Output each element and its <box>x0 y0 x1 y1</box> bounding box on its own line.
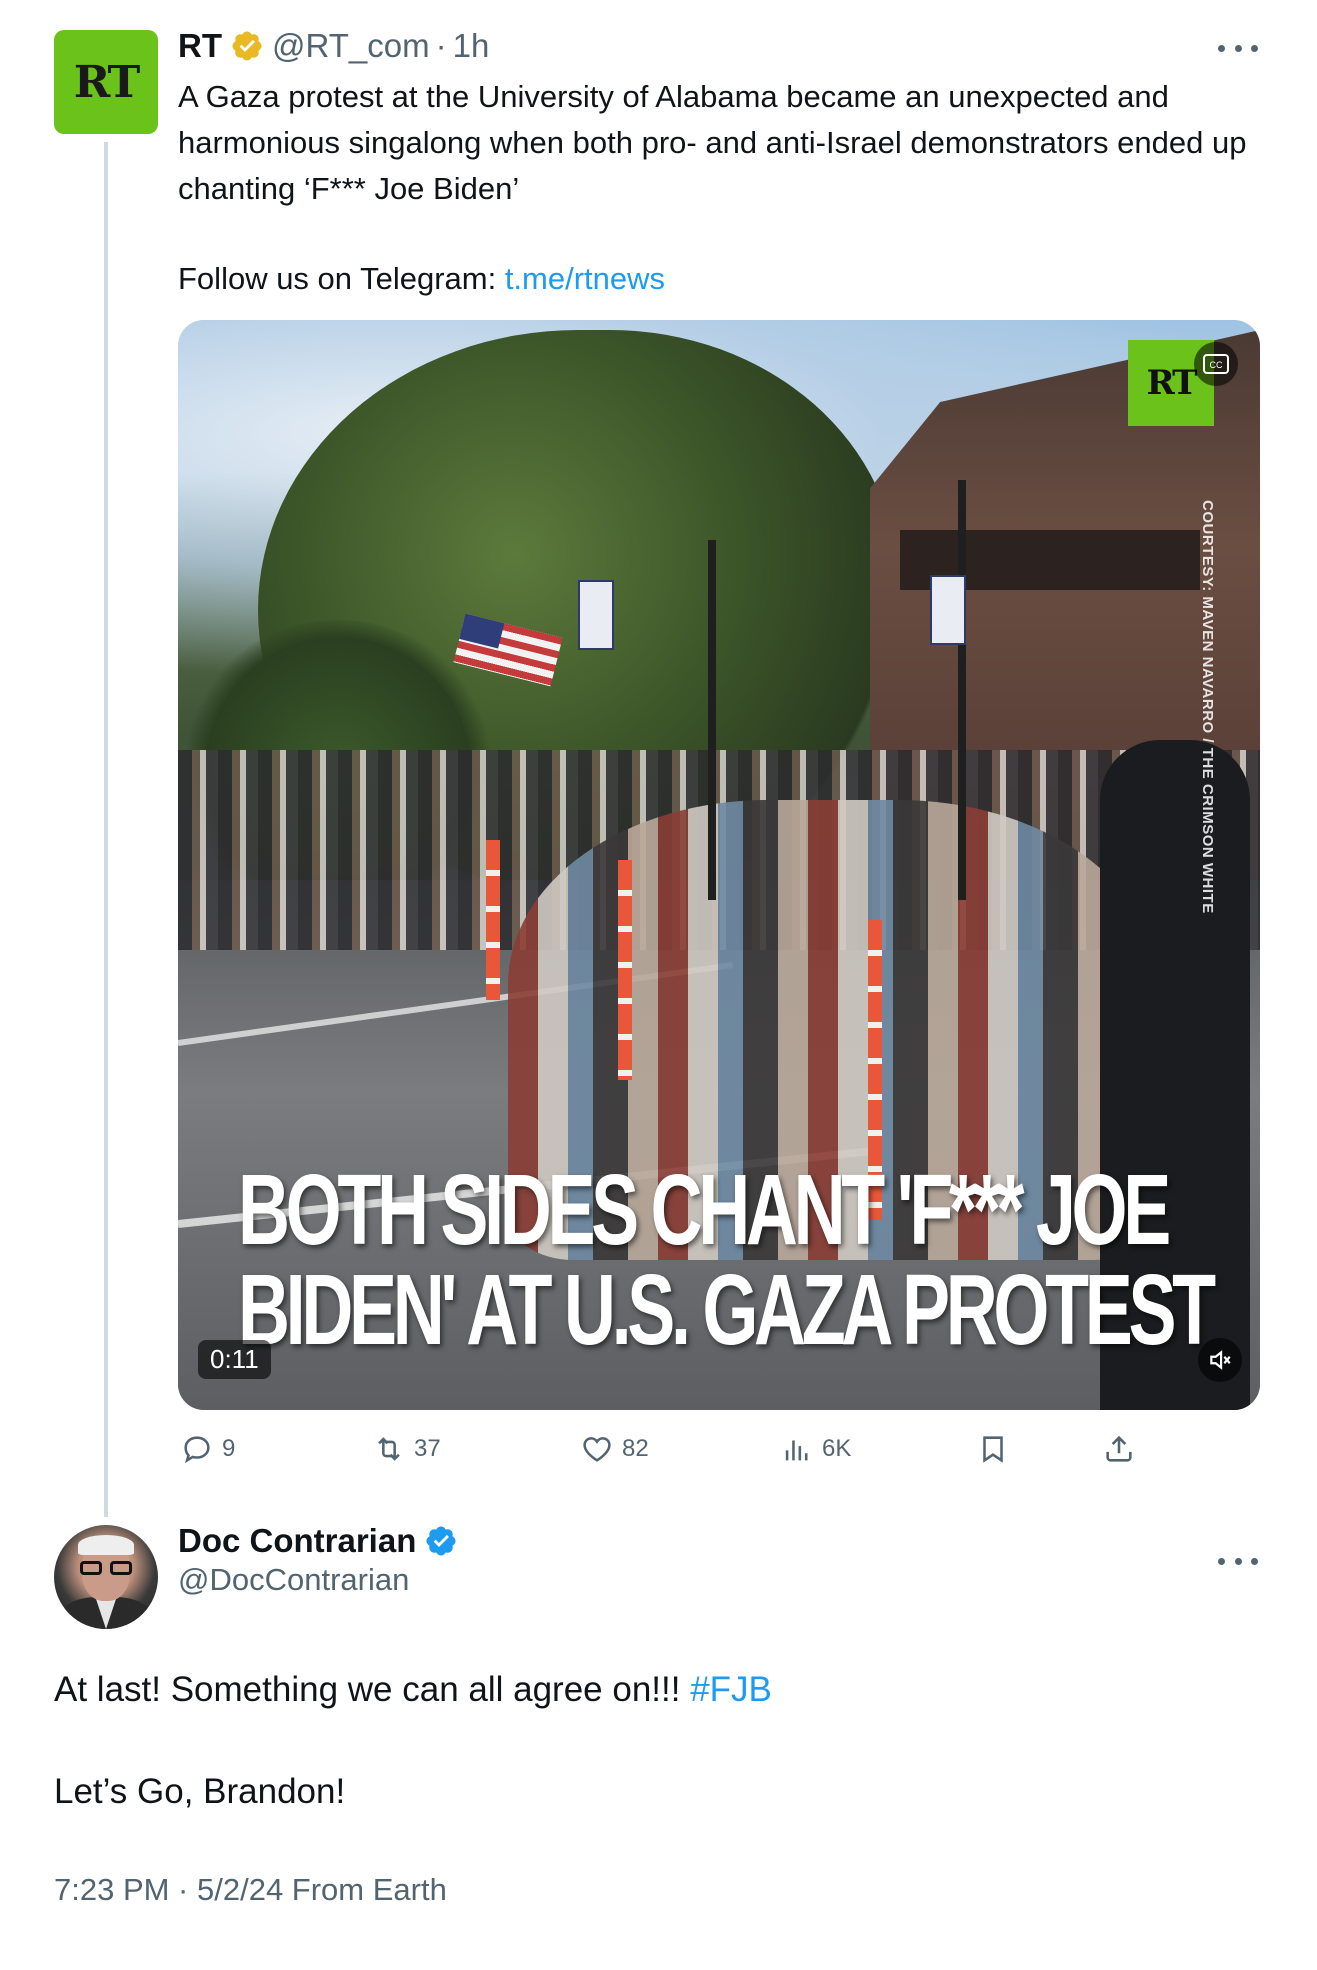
reply-button[interactable]: 9 <box>180 1424 235 1474</box>
reply-count: 9 <box>222 1435 236 1462</box>
rt-display-name[interactable]: RT <box>178 27 222 65</box>
rt-avatar-logo: RT <box>73 56 141 108</box>
reply-timestamp[interactable]: 7:23 PM · 5/2/24 From Earth <box>54 1872 447 1908</box>
reply-text-prefix: At last! Something we can all agree on!!… <box>54 1670 691 1709</box>
rt-time[interactable]: 1h <box>453 27 490 65</box>
video-lamp-post <box>958 480 966 900</box>
video-banner <box>578 580 614 650</box>
rt-follow-line: Follow us on Telegram: t.me/rtnews <box>178 256 665 302</box>
heart-icon <box>583 1437 611 1462</box>
share-button[interactable] <box>1102 1424 1144 1474</box>
tweet-action-bar: 9 37 82 6K <box>180 1424 1150 1474</box>
repost-count: 37 <box>414 1435 441 1462</box>
hashtag-link[interactable]: #FJB <box>690 1670 772 1709</box>
bookmark-icon <box>983 1436 1003 1463</box>
doc-handle[interactable]: @DocContrarian <box>178 1562 409 1598</box>
video-duration: 0:11 <box>198 1340 271 1379</box>
avatar-glasses <box>80 1561 132 1575</box>
telegram-link[interactable]: t.me/rtnews <box>505 261 665 296</box>
svg-text:CC: CC <box>1210 360 1223 370</box>
captions-icon[interactable]: CC <box>1194 342 1238 386</box>
bookmark-button[interactable] <box>976 1424 1018 1474</box>
repost-button[interactable]: 37 <box>372 1424 441 1474</box>
video-caption-line2: BIDEN' AT U.S. GAZA PROTEST <box>238 1254 1216 1366</box>
follow-prefix: Follow us on Telegram: <box>178 261 505 296</box>
video-bollard <box>618 860 632 1080</box>
avatar-hair <box>78 1535 134 1555</box>
video-caption: BOTH SIDES CHANT 'F*** JOE BIDEN' AT U.S… <box>238 1154 1216 1366</box>
views-icon <box>785 1440 808 1461</box>
more-icon[interactable] <box>1218 42 1258 54</box>
doc-display-name-row: Doc Contrarian <box>178 1518 466 1564</box>
rt-tweet-header: RT @RT_com · 1h <box>178 24 489 68</box>
like-button[interactable]: 82 <box>580 1424 649 1474</box>
thread-line <box>104 142 108 1517</box>
more-icon[interactable] <box>1218 1555 1258 1567</box>
video-courtesy-credit: COURTESY: MAVEN NAVARRO / THE CRIMSON WH… <box>1199 500 1216 914</box>
separator-dot: · <box>435 27 447 64</box>
doc-avatar[interactable] <box>54 1525 158 1629</box>
video-player[interactable]: RT CC COURTESY: MAVEN NAVARRO / THE CRIM… <box>178 320 1260 1410</box>
share-icon <box>1106 1435 1132 1462</box>
verified-blue-badge-icon <box>424 1524 458 1558</box>
rt-tweet-text: A Gaza protest at the University of Alab… <box>178 79 1247 206</box>
video-caption-line1: BOTH SIDES CHANT 'F*** JOE <box>238 1154 1171 1266</box>
like-count: 82 <box>622 1435 649 1462</box>
repost-icon <box>378 1437 400 1461</box>
mute-icon[interactable] <box>1198 1338 1242 1382</box>
video-lamp-post <box>708 540 716 900</box>
doc-display-name[interactable]: Doc Contrarian <box>178 1522 416 1560</box>
video-logo-text: RT <box>1146 363 1198 403</box>
reply-text-line2: Let’s Go, Brandon! <box>54 1772 346 1811</box>
video-banner <box>930 575 966 645</box>
verified-gold-badge-icon <box>230 29 264 63</box>
views-button[interactable]: 6K <box>780 1424 851 1474</box>
reply-icon <box>184 1436 210 1464</box>
video-bollard <box>486 840 500 1000</box>
views-count: 6K <box>822 1435 852 1462</box>
rt-avatar[interactable]: RT <box>54 30 158 134</box>
rt-handle[interactable]: @RT_com <box>272 27 430 65</box>
reply-text-line1: At last! Something we can all agree on!!… <box>54 1670 772 1710</box>
